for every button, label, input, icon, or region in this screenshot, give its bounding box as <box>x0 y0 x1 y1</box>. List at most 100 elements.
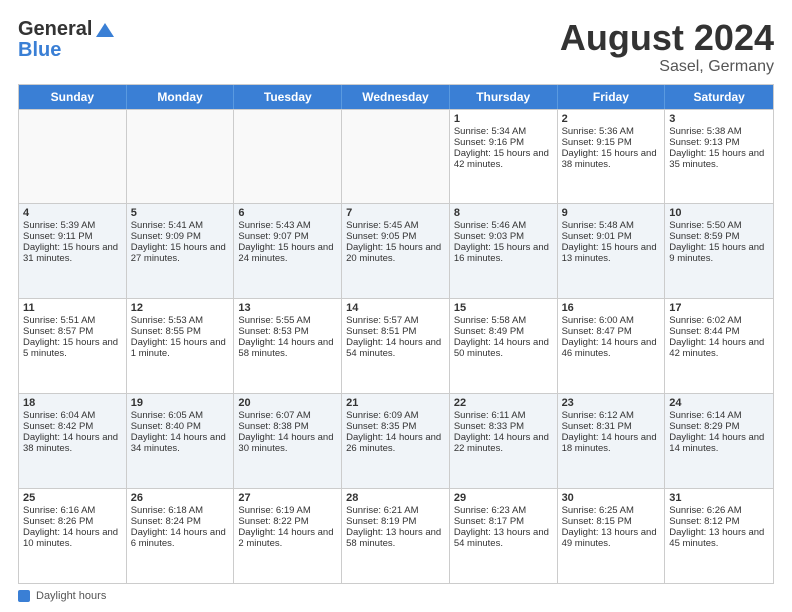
calendar-cell: 16Sunrise: 6:00 AMSunset: 8:47 PMDayligh… <box>558 299 666 393</box>
daylight-label: Daylight: 15 hours and 27 minutes. <box>131 242 226 264</box>
day-number: 16 <box>562 302 661 314</box>
sunset-label: Sunset: 8:31 PM <box>562 421 632 432</box>
day-number: 17 <box>669 302 769 314</box>
sunset-label: Sunset: 8:35 PM <box>346 421 416 432</box>
sunset-label: Sunset: 8:17 PM <box>454 516 524 527</box>
daylight-label: Daylight: 14 hours and 50 minutes. <box>454 337 549 359</box>
calendar: Sunday Monday Tuesday Wednesday Thursday… <box>18 84 774 584</box>
sunrise-label: Sunrise: 6:26 AM <box>669 505 741 516</box>
sunset-label: Sunset: 8:12 PM <box>669 516 739 527</box>
title-block: August 2024 Sasel, Germany <box>560 18 774 76</box>
daylight-label: Daylight: 14 hours and 46 minutes. <box>562 337 657 359</box>
daylight-label: Daylight: 14 hours and 14 minutes. <box>669 432 764 454</box>
sunrise-label: Sunrise: 5:57 AM <box>346 315 418 326</box>
sunset-label: Sunset: 9:16 PM <box>454 137 524 148</box>
calendar-cell: 23Sunrise: 6:12 AMSunset: 8:31 PMDayligh… <box>558 394 666 488</box>
daylight-label: Daylight: 14 hours and 54 minutes. <box>346 337 441 359</box>
calendar-cell: 2Sunrise: 5:36 AMSunset: 9:15 PMDaylight… <box>558 110 666 204</box>
sunrise-label: Sunrise: 6:19 AM <box>238 505 310 516</box>
daylight-label: Daylight: 14 hours and 34 minutes. <box>131 432 226 454</box>
sunrise-label: Sunrise: 5:39 AM <box>23 220 95 231</box>
calendar-cell: 8Sunrise: 5:46 AMSunset: 9:03 PMDaylight… <box>450 204 558 298</box>
sunrise-label: Sunrise: 6:04 AM <box>23 410 95 421</box>
day-number: 9 <box>562 207 661 219</box>
calendar-row-0: 1Sunrise: 5:34 AMSunset: 9:16 PMDaylight… <box>19 109 773 204</box>
calendar-cell: 22Sunrise: 6:11 AMSunset: 8:33 PMDayligh… <box>450 394 558 488</box>
day-number: 22 <box>454 397 553 409</box>
sunrise-label: Sunrise: 6:09 AM <box>346 410 418 421</box>
day-number: 18 <box>23 397 122 409</box>
sunset-label: Sunset: 8:55 PM <box>131 326 201 337</box>
day-number: 21 <box>346 397 445 409</box>
sunrise-label: Sunrise: 6:16 AM <box>23 505 95 516</box>
day-number: 14 <box>346 302 445 314</box>
sunset-label: Sunset: 9:07 PM <box>238 231 308 242</box>
sunrise-label: Sunrise: 5:36 AM <box>562 126 634 137</box>
calendar-cell: 18Sunrise: 6:04 AMSunset: 8:42 PMDayligh… <box>19 394 127 488</box>
calendar-cell: 7Sunrise: 5:45 AMSunset: 9:05 PMDaylight… <box>342 204 450 298</box>
logo-icon <box>94 19 116 41</box>
sunrise-label: Sunrise: 5:55 AM <box>238 315 310 326</box>
sunrise-label: Sunrise: 5:34 AM <box>454 126 526 137</box>
sunset-label: Sunset: 8:53 PM <box>238 326 308 337</box>
calendar-cell: 3Sunrise: 5:38 AMSunset: 9:13 PMDaylight… <box>665 110 773 204</box>
sunset-label: Sunset: 8:49 PM <box>454 326 524 337</box>
sunset-label: Sunset: 9:09 PM <box>131 231 201 242</box>
daylight-label: Daylight: 14 hours and 18 minutes. <box>562 432 657 454</box>
day-number: 30 <box>562 492 661 504</box>
page: General Blue August 2024 Sasel, Germany … <box>0 0 792 612</box>
sunrise-label: Sunrise: 5:53 AM <box>131 315 203 326</box>
calendar-cell: 19Sunrise: 6:05 AMSunset: 8:40 PMDayligh… <box>127 394 235 488</box>
calendar-cell: 11Sunrise: 5:51 AMSunset: 8:57 PMDayligh… <box>19 299 127 393</box>
sunrise-label: Sunrise: 6:02 AM <box>669 315 741 326</box>
calendar-row-2: 11Sunrise: 5:51 AMSunset: 8:57 PMDayligh… <box>19 298 773 393</box>
day-number: 24 <box>669 397 769 409</box>
day-number: 29 <box>454 492 553 504</box>
day-number: 20 <box>238 397 337 409</box>
sunrise-label: Sunrise: 5:51 AM <box>23 315 95 326</box>
sunset-label: Sunset: 8:42 PM <box>23 421 93 432</box>
sunset-label: Sunset: 8:22 PM <box>238 516 308 527</box>
sunset-label: Sunset: 8:51 PM <box>346 326 416 337</box>
calendar-cell: 17Sunrise: 6:02 AMSunset: 8:44 PMDayligh… <box>665 299 773 393</box>
calendar-cell: 10Sunrise: 5:50 AMSunset: 8:59 PMDayligh… <box>665 204 773 298</box>
day-number: 4 <box>23 207 122 219</box>
weekday-tuesday: Tuesday <box>234 85 342 109</box>
daylight-label: Daylight: 15 hours and 38 minutes. <box>562 148 657 170</box>
sunrise-label: Sunrise: 5:46 AM <box>454 220 526 231</box>
calendar-cell: 9Sunrise: 5:48 AMSunset: 9:01 PMDaylight… <box>558 204 666 298</box>
daylight-label: Daylight: 15 hours and 1 minute. <box>131 337 226 359</box>
day-number: 31 <box>669 492 769 504</box>
daylight-label: Daylight: 15 hours and 20 minutes. <box>346 242 441 264</box>
calendar-cell: 5Sunrise: 5:41 AMSunset: 9:09 PMDaylight… <box>127 204 235 298</box>
calendar-cell <box>19 110 127 204</box>
calendar-row-4: 25Sunrise: 6:16 AMSunset: 8:26 PMDayligh… <box>19 488 773 583</box>
daylight-label: Daylight: 14 hours and 58 minutes. <box>238 337 333 359</box>
sunset-label: Sunset: 9:03 PM <box>454 231 524 242</box>
footer: Daylight hours <box>18 590 774 602</box>
calendar-cell: 24Sunrise: 6:14 AMSunset: 8:29 PMDayligh… <box>665 394 773 488</box>
sunrise-label: Sunrise: 6:25 AM <box>562 505 634 516</box>
sunset-label: Sunset: 9:13 PM <box>669 137 739 148</box>
daylight-label: Daylight: 15 hours and 16 minutes. <box>454 242 549 264</box>
weekday-sunday: Sunday <box>19 85 127 109</box>
logo: General Blue <box>18 18 116 62</box>
daylight-label: Daylight: 13 hours and 58 minutes. <box>346 527 441 549</box>
day-number: 26 <box>131 492 230 504</box>
legend: Daylight hours <box>18 590 774 602</box>
daylight-label: Daylight: 14 hours and 42 minutes. <box>669 337 764 359</box>
weekday-thursday: Thursday <box>450 85 558 109</box>
weekday-saturday: Saturday <box>665 85 773 109</box>
calendar-cell: 21Sunrise: 6:09 AMSunset: 8:35 PMDayligh… <box>342 394 450 488</box>
day-number: 8 <box>454 207 553 219</box>
calendar-cell: 31Sunrise: 6:26 AMSunset: 8:12 PMDayligh… <box>665 489 773 583</box>
calendar-cell: 30Sunrise: 6:25 AMSunset: 8:15 PMDayligh… <box>558 489 666 583</box>
calendar-cell: 26Sunrise: 6:18 AMSunset: 8:24 PMDayligh… <box>127 489 235 583</box>
calendar-title: August 2024 <box>560 18 774 58</box>
weekday-friday: Friday <box>558 85 666 109</box>
sunrise-label: Sunrise: 5:50 AM <box>669 220 741 231</box>
sunset-label: Sunset: 8:19 PM <box>346 516 416 527</box>
daylight-label: Daylight: 15 hours and 13 minutes. <box>562 242 657 264</box>
sunset-label: Sunset: 9:05 PM <box>346 231 416 242</box>
daylight-label: Daylight: 13 hours and 49 minutes. <box>562 527 657 549</box>
